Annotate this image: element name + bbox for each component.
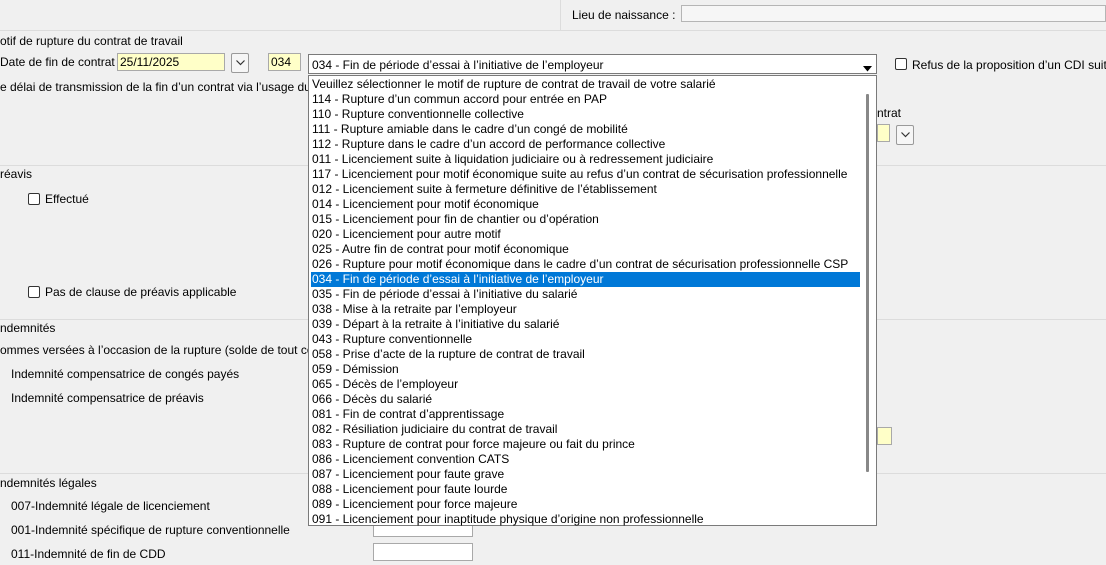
dropdown-option[interactable]: 020 - Licenciement pour autre motif [311,227,860,242]
end-date-input[interactable]: 25/11/2025 [117,53,225,71]
dropdown-option[interactable]: 082 - Résiliation judiciaire du contrat … [311,422,860,437]
scrollbar-thumb[interactable] [866,94,869,472]
end-date-label: Date de fin de contrat : [0,55,122,69]
motif-code-input[interactable]: 034 [268,53,301,71]
dropdown-option[interactable]: 081 - Fin de contrat d’apprentissage [311,407,860,422]
chevron-down-icon[interactable] [863,61,872,75]
dropdown-option[interactable]: 034 - Fin de période d’essai à l’initiat… [311,272,860,287]
dropdown-option[interactable]: 014 - Licenciement pour motif économique [311,197,860,212]
dropdown-option[interactable]: Veuillez sélectionner le motif de ruptur… [311,77,860,92]
dropdown-option[interactable]: 043 - Rupture conventionnelle [311,332,860,347]
section-title-legales: ndemnités légales [0,476,97,490]
transmission-text: e délai de transmission de la fin d’un c… [0,80,346,94]
section-title-motif: otif de rupture du contrat de travail [0,34,183,48]
birthplace-input[interactable] [681,5,1106,22]
divider [0,30,1106,31]
dropdown-option[interactable]: 117 - Licenciement pour motif économique… [311,167,860,182]
dropdown-option[interactable]: 087 - Licenciement pour faute grave [311,467,860,482]
dropdown-option[interactable]: 088 - Licenciement pour faute lourde [311,482,860,497]
refus-cdi-checkbox[interactable] [895,58,907,70]
dropdown-option[interactable]: 112 - Rupture dans le cadre d’un accord … [311,137,860,152]
dropdown-option[interactable]: 066 - Décès du salarié [311,392,860,407]
effectue-checkbox[interactable] [28,193,40,205]
birthplace-label: Lieu de naissance : [572,8,676,22]
dropdown-option[interactable]: 110 - Rupture conventionnelle collective [311,107,860,122]
dropdown-option[interactable]: 015 - Licenciement pour fin de chantier … [311,212,860,227]
dropdown-option[interactable]: 026 - Rupture pour motif économique dans… [311,257,860,272]
legale-input[interactable] [373,543,473,561]
dropdown-option[interactable]: 058 - Prise d’acte de la rupture de cont… [311,347,860,362]
dropdown-option[interactable]: 039 - Départ à la retraite à l’initiativ… [311,317,860,332]
section-title-indemnites: ndemnités [0,321,56,335]
dropdown-option[interactable]: 089 - Licenciement pour force majeure [311,497,860,512]
sommes-label: ommes versées à l’occasion de la rupture… [0,343,345,357]
motif-dropdown-list[interactable]: Veuillez sélectionner le motif de ruptur… [308,75,877,526]
section-title-preavis: réavis [0,167,33,181]
legale-item: 011-Indemnité de fin de CDD [11,547,166,561]
dropdown-option[interactable]: 091 - Licenciement pour inaptitude physi… [311,512,860,527]
motif-select-value: 034 - Fin de période d’essai à l’initiat… [312,58,604,72]
dropdown-option[interactable]: 083 - Rupture de contrat pour force maje… [311,437,860,452]
conges-label: Indemnité compensatrice de congés payés [11,367,240,381]
effectue-label: Effectué [45,192,89,206]
pas-clause-label: Pas de clause de préavis applicable [45,285,237,299]
indemnite-input[interactable] [877,427,892,445]
preavis-indemnite-label: Indemnité compensatrice de préavis [11,391,204,405]
date-picker-button[interactable] [231,53,249,73]
dropdown-option[interactable]: 059 - Démission [311,362,860,377]
contrat-dropdown-button[interactable] [896,125,914,145]
dropdown-option[interactable]: 086 - Licenciement convention CATS [311,452,860,467]
contrat-input[interactable] [877,124,890,142]
dropdown-option[interactable]: 111 - Rupture amiable dans le cadre d’un… [311,122,860,137]
legale-item: 007-Indemnité légale de licenciement [11,499,210,513]
motif-select[interactable]: 034 - Fin de période d’essai à l’initiat… [308,54,877,74]
contrat-label: ntrat [877,106,902,120]
dropdown-option[interactable]: 012 - Licenciement suite à fermeture déf… [311,182,860,197]
scrollbar[interactable] [860,76,876,525]
dropdown-option[interactable]: 035 - Fin de période d’essai à l’initiat… [311,287,860,302]
dropdown-option[interactable]: 011 - Licenciement suite à liquidation j… [311,152,860,167]
pas-clause-checkbox[interactable] [28,286,40,298]
dropdown-option[interactable]: 065 - Décès de l’employeur [311,377,860,392]
dropdown-option[interactable]: 038 - Mise à la retraite par l’employeur [311,302,860,317]
dropdown-option[interactable]: 114 - Rupture d’un commun accord pour en… [311,92,860,107]
chevron-down-icon [901,132,910,138]
chevron-down-icon [236,60,245,66]
divider [560,0,561,30]
dropdown-option[interactable]: 025 - Autre fin de contrat pour motif éc… [311,242,860,257]
refus-cdi-label: Refus de la proposition d’un CDI suite à… [912,58,1106,72]
legale-item: 001-Indemnité spécifique de rupture conv… [11,523,290,537]
